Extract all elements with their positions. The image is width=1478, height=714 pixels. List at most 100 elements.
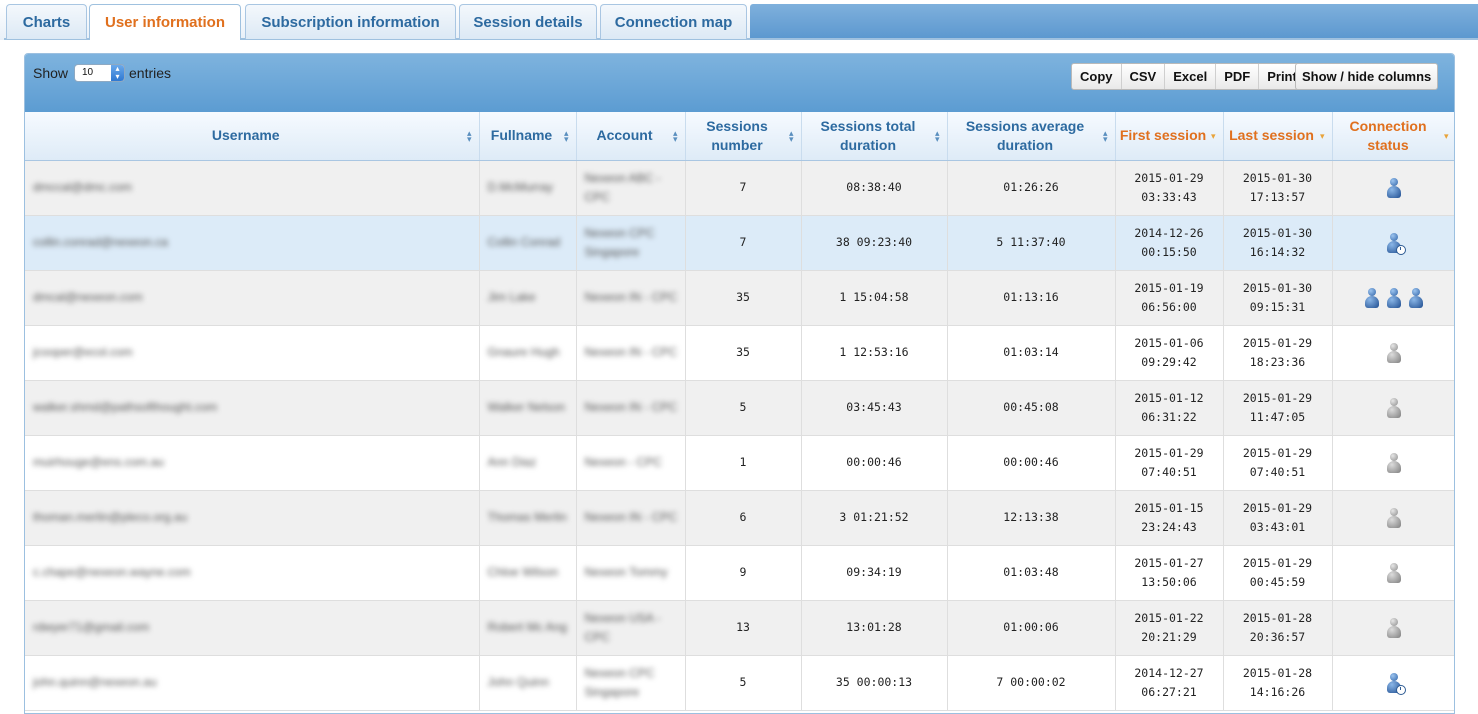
cell-last-session: 2015-01-29 03:43:01 [1223,490,1333,546]
connection-status-icons [1333,397,1455,418]
person-offline-icon [1386,617,1402,638]
column-header-label: First session [1119,127,1207,144]
username-text: c.chape@nexeon.wayne.com [33,565,191,579]
cell-sessions-total-duration: 38 09:23:40 [801,215,948,271]
total-duration-text: 03:45:43 [846,400,902,414]
column-header-sessions-total-duration[interactable]: Sessions total duration ▴ ▾ [801,112,948,161]
cell-last-session: 2015-01-28 14:16:26 [1223,655,1333,711]
cell-sessions-average-duration: 01:03:48 [947,545,1116,601]
cell-account: Nexeon - CPC [576,435,686,491]
cell-first-session: 2015-01-06 09:29:42 [1115,325,1224,381]
table-row[interactable]: collin.conrad@nexeon.ca Collin Conrad Nexe… [25,215,1454,271]
username-text: collin.conrad@nexeon.ca [33,235,168,249]
select-arrows-icon: ▴ ▾ [111,65,124,81]
last-session-datetime: 2015-01-29 11:47:05 [1224,389,1332,427]
person-online-icon [1364,287,1380,308]
cell-fullname: John Quinn [479,655,577,711]
cell-sessions-total-duration: 08:38:40 [801,160,948,216]
cell-connection-status [1332,215,1454,271]
tab-charts[interactable]: Charts [6,4,87,39]
cell-fullname: Chloe Wilson [479,545,577,601]
table-row[interactable]: dmcal@nexeon.com Jim Lake Nexeon IN - CPC 3… [25,270,1454,326]
column-header-last-session[interactable]: Last session ▾ [1223,112,1333,161]
average-duration-text: 01:00:06 [1003,620,1059,634]
average-duration-text: 12:13:38 [1003,510,1059,524]
column-header-fullname[interactable]: Fullname ▴ ▾ [479,112,577,161]
tab-bar: Charts User information Subscription inf… [0,0,1478,40]
show-label: Show [33,65,69,81]
pdf-button[interactable]: PDF [1216,64,1260,89]
date-text: 2015-01-30 [1242,225,1313,240]
total-duration-text: 00:00:46 [846,455,902,469]
cell-first-session: 2015-01-12 06:31:22 [1115,380,1224,436]
first-session-datetime: 2014-12-27 06:27:21 [1116,664,1223,702]
time-text: 06:31:22 [1141,409,1197,424]
total-duration-text: 38 09:23:40 [835,235,913,249]
fullname-text: Gnaure Hugh [487,345,560,359]
copy-button[interactable]: Copy [1072,64,1122,89]
column-header-account[interactable]: Account ▴ ▾ [576,112,686,161]
username-text: walker.shmd@pathsofthought.com [33,400,218,414]
table-row[interactable]: rdwyer71@gmail.com Robert Mc Ang Nexeon US… [25,600,1454,656]
cell-username: jcooper@ecol.com [25,325,480,381]
export-button-group: Copy CSV Excel PDF Print [1071,63,1306,90]
table-row[interactable]: thoman.merlin@pleco.org.au Thomas Merlin N… [25,490,1454,546]
tab-subscription-information[interactable]: Subscription information [245,4,456,39]
sort-desc-icon: ▾ [1443,130,1449,141]
time-text: 07:40:51 [1249,464,1306,479]
first-session-datetime: 2015-01-19 06:56:00 [1116,279,1223,317]
tab-user-information[interactable]: User information [89,4,241,40]
cell-username: collin.conrad@nexeon.ca [25,215,480,271]
cell-sessions-average-duration: 5 11:37:40 [947,215,1116,271]
column-header-connection-status[interactable]: Connection status ▾ [1332,112,1454,161]
connection-status-icons [1333,177,1455,198]
cell-sessions-total-duration: 00:00:46 [801,435,948,491]
column-header-username[interactable]: Username ▴ ▾ [25,112,480,161]
cell-username: c.chape@nexeon.wayne.com [25,545,480,601]
time-text: 14:16:26 [1249,684,1306,699]
account-text: Nexeon CPC Singapore [584,665,655,699]
last-session-datetime: 2015-01-29 00:45:59 [1224,554,1332,592]
cell-sessions-number: 6 [685,490,802,546]
tab-session-details[interactable]: Session details [459,4,597,39]
first-session-datetime: 2015-01-12 06:31:22 [1116,389,1223,427]
fullname-text: D.McMurray [487,180,553,194]
column-header-first-session[interactable]: First session ▾ [1115,112,1224,161]
table-row[interactable]: c.chape@nexeon.wayne.com Chloe Wilson Nexe… [25,545,1454,601]
last-session-datetime: 2015-01-29 03:43:01 [1224,499,1332,537]
table-row[interactable]: jcooper@ecol.com Gnaure Hugh Nexeon IN - C… [25,325,1454,381]
date-text: 2015-01-22 [1134,610,1204,625]
person-online-icon [1408,287,1424,308]
csv-button[interactable]: CSV [1122,64,1166,89]
average-duration-text: 01:13:16 [1003,290,1059,304]
total-duration-text: 1 12:53:16 [839,345,909,359]
cell-fullname: Gnaure Hugh [479,325,577,381]
table-row[interactable]: john.quinn@nexeon.au John Quinn Nexeon CPC… [25,655,1454,711]
cell-fullname: Thomas Merlin [479,490,577,546]
cell-sessions-number: 9 [685,545,802,601]
cell-sessions-number: 7 [685,160,802,216]
table-row[interactable]: muirhouge@ens.com.au Ann Diaz Nexeon - CPC… [25,435,1454,491]
show-hide-columns-button[interactable]: Show / hide columns [1295,63,1439,90]
average-duration-text: 01:03:14 [1003,345,1059,359]
date-text: 2014-12-26 [1134,225,1204,240]
average-duration-text: 00:45:08 [1003,400,1059,414]
first-session-datetime: 2015-01-15 23:24:43 [1116,499,1223,537]
time-text: 00:45:59 [1249,574,1306,589]
cell-sessions-number: 5 [685,380,802,436]
column-header-sessions-number[interactable]: Sessions number ▴ ▾ [685,112,802,161]
date-text: 2014-12-27 [1134,665,1204,680]
account-text: Nexeon Tommy [584,565,668,579]
column-header-sessions-average-duration[interactable]: Sessions average duration ▴ ▾ [947,112,1116,161]
entries-per-page-select[interactable]: 10 ▴ ▾ [74,64,125,82]
cell-last-session: 2015-01-29 18:23:36 [1223,325,1333,381]
table-row[interactable]: walker.shmd@pathsofthought.com Walker Nel… [25,380,1455,436]
cell-username: muirhouge@ens.com.au [25,435,480,491]
sort-both-icon: ▴ ▾ [563,127,569,144]
tab-connection-map[interactable]: Connection map [600,4,747,39]
last-session-datetime: 2015-01-30 09:15:31 [1224,279,1332,317]
cell-account: Nexeon CPC Singapore [576,655,686,711]
excel-button[interactable]: Excel [1165,64,1217,89]
table-row[interactable]: dmccal@dmc.com D.McMurray Nexeon ABC - CPC… [25,160,1455,216]
user-table: Username ▴ ▾ Fullname ▴ ▾ Account ▴ ▾ Sessions nu… [25,112,1455,711]
